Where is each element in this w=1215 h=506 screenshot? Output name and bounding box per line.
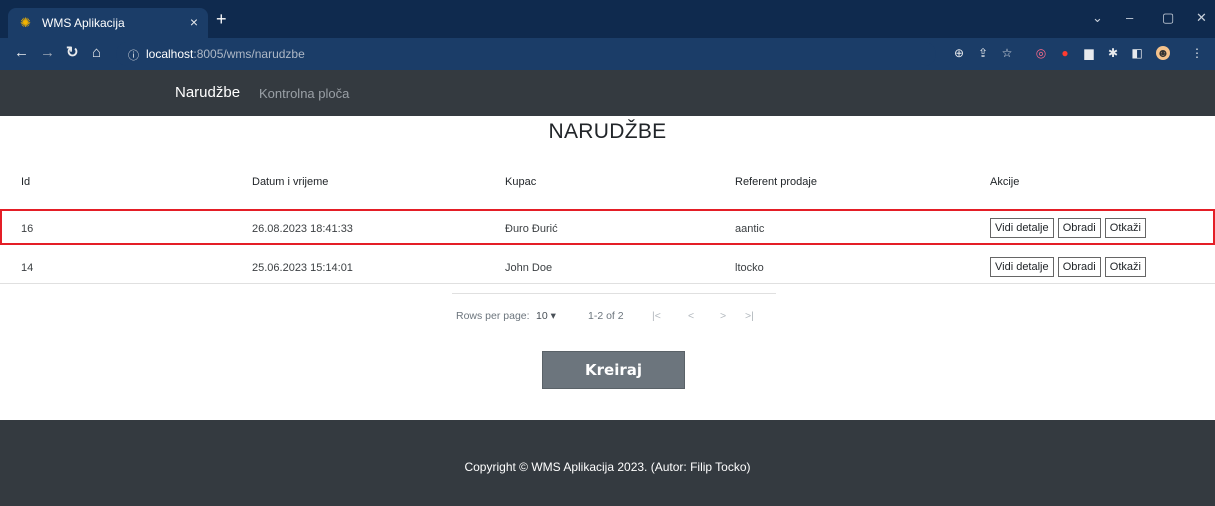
maximize-icon[interactable]: ▢	[1162, 10, 1174, 26]
prev-page-icon[interactable]: <	[688, 310, 694, 322]
table-row: 14 25.06.2023 15:14:01 John Doe ltocko V…	[0, 252, 1215, 284]
url-text: localhost:8005/wms/narudzbe	[146, 47, 305, 61]
process-button[interactable]: Obradi	[1057, 257, 1101, 277]
page-title: NARUDŽBE	[548, 120, 667, 143]
url-input[interactable]: ⓘ localhost:8005/wms/narudzbe	[116, 42, 936, 66]
extension-shield-icon[interactable]: ●	[1058, 46, 1072, 60]
side-panel-icon[interactable]: ◧	[1130, 46, 1144, 60]
share-icon[interactable]: ⇪	[976, 46, 990, 60]
dropdown-caret-icon: ▾	[550, 310, 556, 322]
last-page-icon[interactable]: >|	[745, 310, 754, 322]
header-id[interactable]: Id	[21, 176, 30, 188]
cell-customer: John Doe	[505, 262, 553, 274]
first-page-icon[interactable]: |<	[652, 310, 661, 322]
page-range: 1-2 of 2	[588, 310, 624, 322]
app-navbar: Narudžbe Kontrolna ploča	[0, 70, 1215, 116]
view-details-button[interactable]: Vidi detalje	[990, 218, 1054, 238]
extension-doc-icon[interactable]: ▆	[1082, 46, 1096, 60]
row-actions: Vidi detalje Obradi Otkaži	[990, 218, 1147, 238]
create-order-button[interactable]: Kreiraj narudžbu	[542, 351, 685, 415]
view-details-button[interactable]: Vidi detalje	[990, 257, 1054, 277]
close-window-icon[interactable]: ✕	[1196, 10, 1207, 26]
process-button[interactable]: Obradi	[1057, 218, 1101, 238]
home-icon[interactable]: ⌂	[92, 45, 101, 61]
cell-referent: aantic	[735, 223, 765, 235]
header-referent[interactable]: Referent prodaje	[735, 176, 817, 188]
tab-close-icon[interactable]: ×	[190, 14, 198, 30]
cell-datetime: 26.08.2023 18:41:33	[252, 223, 353, 235]
table-row: 16 26.08.2023 18:41:33 Đuro Đurić aantic…	[0, 209, 1215, 245]
reload-icon[interactable]: ↻	[66, 45, 79, 61]
site-info-icon[interactable]: ⓘ	[128, 47, 139, 63]
cell-datetime: 25.06.2023 15:14:01	[252, 262, 353, 274]
header-customer[interactable]: Kupac	[505, 176, 536, 188]
header-datetime[interactable]: Datum i vrijeme	[252, 176, 328, 188]
browser-tab-bar: ✺ WMS Aplikacija × + ⌄ – ▢ ✕	[0, 0, 1215, 38]
minimize-icon[interactable]: –	[1126, 10, 1133, 25]
row-actions: Vidi detalje Obradi Otkaži	[990, 257, 1147, 277]
forward-icon[interactable]: →	[40, 45, 55, 61]
url-path: :8005/wms/narudzbe	[193, 47, 305, 61]
url-host: localhost	[146, 47, 194, 61]
bookmark-star-icon[interactable]: ☆	[1000, 46, 1014, 60]
install-app-icon[interactable]: ⊕	[952, 46, 966, 60]
new-tab-icon[interactable]: +	[216, 10, 227, 28]
rows-per-page-select[interactable]: 10 ▾	[536, 310, 556, 322]
table-pagination: Rows per page: 10 ▾ 1-2 of 2 |< < > >|	[452, 293, 776, 327]
back-icon[interactable]: ←	[14, 45, 29, 61]
nav-dashboard-link[interactable]: Kontrolna ploča	[259, 86, 349, 101]
extension-target-icon[interactable]: ◎	[1034, 46, 1048, 60]
header-actions: Akcije	[990, 176, 1020, 188]
footer-copyright: Copyright © WMS Aplikacija 2023. (Autor:…	[464, 460, 751, 474]
next-page-icon[interactable]: >	[720, 310, 726, 322]
rows-per-page-label: Rows per page:	[456, 310, 530, 322]
nav-orders-link[interactable]: Narudžbe	[175, 84, 240, 101]
browser-tab[interactable]: ✺ WMS Aplikacija ×	[8, 8, 208, 38]
rows-per-page-value: 10	[536, 310, 548, 322]
profile-avatar-icon[interactable]: ☻	[1156, 46, 1170, 60]
cell-referent: ltocko	[735, 262, 764, 274]
browser-address-bar: ← → ↻ ⌂ ⓘ localhost:8005/wms/narudzbe ⊕ …	[0, 38, 1215, 70]
cell-customer: Đuro Đurić	[505, 223, 558, 235]
tab-title: WMS Aplikacija	[42, 16, 125, 30]
tab-search-icon[interactable]: ⌄	[1092, 10, 1103, 26]
cancel-order-button[interactable]: Otkaži	[1104, 218, 1146, 238]
cancel-order-button[interactable]: Otkaži	[1104, 257, 1146, 277]
orders-table-header: Id Datum i vrijeme Kupac Referent prodaj…	[0, 176, 1215, 206]
cell-id: 14	[21, 262, 34, 274]
app-favicon-icon: ✺	[20, 15, 31, 30]
browser-menu-icon[interactable]: ⋮	[1190, 46, 1204, 60]
extensions-puzzle-icon[interactable]: ✱	[1106, 46, 1120, 60]
footer: Copyright © WMS Aplikacija 2023. (Autor:…	[0, 420, 1215, 506]
cell-id: 16	[21, 223, 34, 235]
